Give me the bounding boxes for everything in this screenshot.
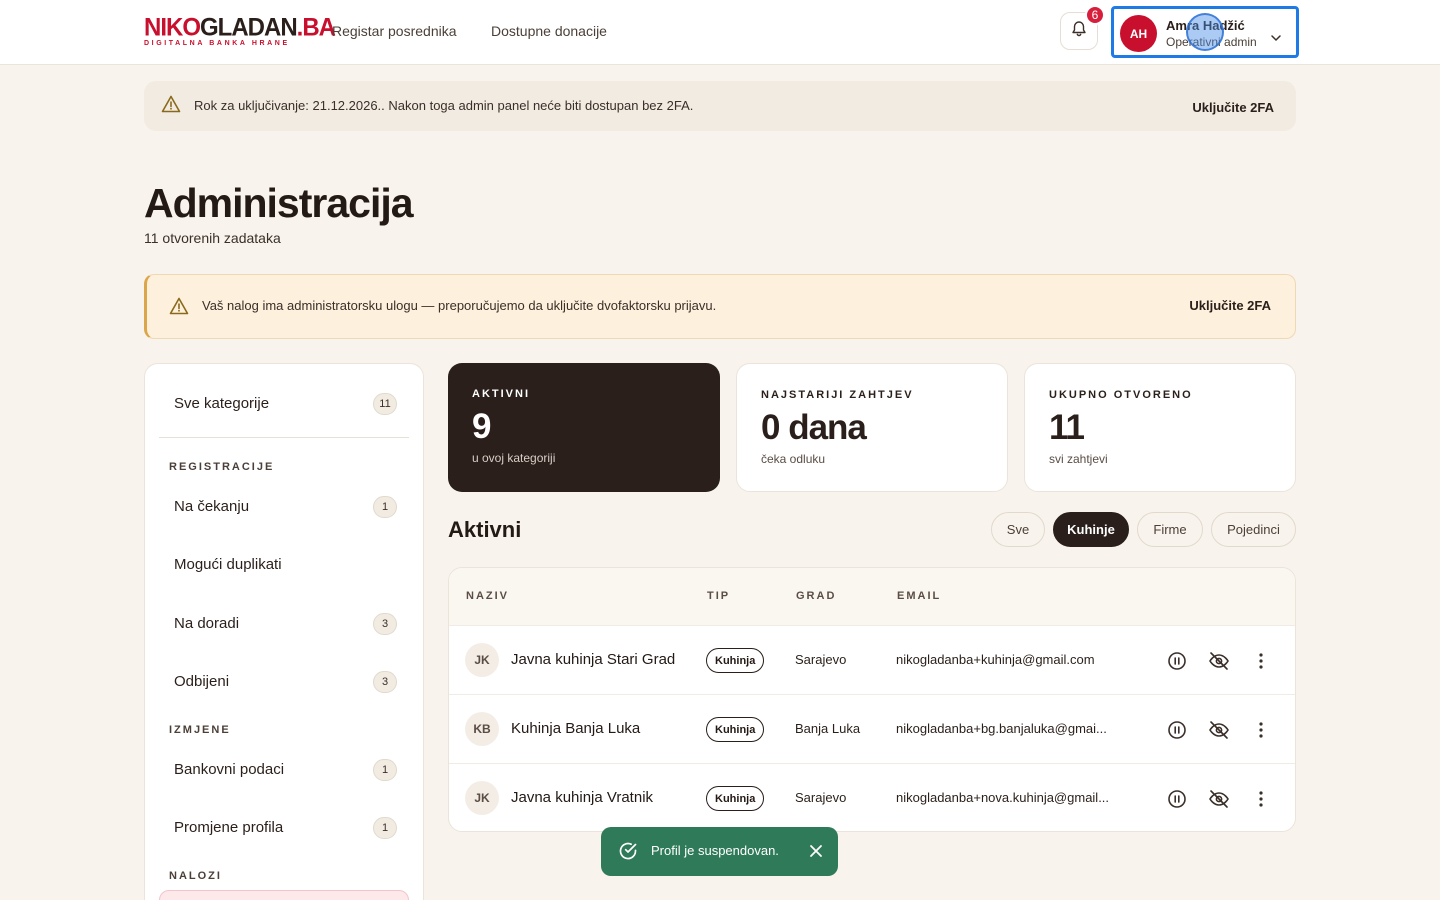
stat-card-active: AKTIVNI 9 u ovoj kategoriji	[448, 363, 720, 492]
column-header-tip: TIP	[707, 590, 731, 602]
avatar: AH	[1120, 15, 1157, 52]
stat-card-total-open: UKUPNO OTVORENO 11 svi zahtjevi	[1024, 363, 1296, 492]
sidebar-item-promjene-profila[interactable]: Promjene profila 1	[159, 806, 409, 852]
row-email: nikogladanba+kuhinja@gmail.com	[896, 652, 1095, 667]
warning-icon	[161, 95, 181, 118]
row-city: Sarajevo	[795, 790, 847, 805]
requests-table: NAZIV TIP GRAD EMAIL JK Javna kuhinja St…	[448, 567, 1296, 832]
stat-value: 9	[472, 407, 491, 446]
sidebar-item-active[interactable]	[159, 890, 409, 900]
eye-off-icon[interactable]	[1208, 719, 1230, 741]
row-name: Javna kuhinja Stari Grad	[511, 651, 676, 668]
pause-icon[interactable]	[1166, 788, 1188, 810]
pause-icon[interactable]	[1166, 719, 1188, 741]
row-name: Javna kuhinja Vratnik	[511, 789, 654, 806]
column-header-naziv: NAZIV	[466, 590, 509, 602]
enable-2fa-button[interactable]: Uključite 2FA	[1192, 100, 1274, 115]
divider	[159, 437, 409, 438]
nav-link-dostupne-donacije[interactable]: Dostupne donacije	[491, 23, 607, 39]
twofa-deadline-banner: Rok za uključivanje: 21.12.2026.. Nakon …	[144, 81, 1296, 131]
filter-pill-pojedinci[interactable]: Pojedinci	[1211, 512, 1296, 547]
admin-2fa-recommendation-banner: Vaš nalog ima administratorsku ulogu — p…	[144, 274, 1296, 339]
toast-notification: Profil je suspendovan.	[601, 827, 838, 876]
type-tag: Kuhinja	[706, 648, 765, 673]
nav-link-registar-posrednika[interactable]: Registar posrednika	[332, 23, 457, 39]
warning-icon	[169, 297, 189, 320]
filter-pill-firme[interactable]: Firme	[1137, 512, 1203, 547]
filter-pill-sve[interactable]: Sve	[991, 512, 1045, 547]
sidebar-item-na-cekanju[interactable]: Na čekanju 1	[159, 485, 409, 531]
sidebar-item-na-doradi[interactable]: Na doradi 3	[159, 602, 409, 648]
stat-value: 0 dana	[761, 408, 867, 447]
count-badge: 1	[373, 817, 397, 839]
table-header: NAZIV TIP GRAD EMAIL	[449, 568, 1295, 625]
filter-pill-kuhinje[interactable]: Kuhinje	[1053, 512, 1129, 547]
banner-text: Rok za uključivanje: 21.12.2026.. Nakon …	[194, 98, 694, 113]
banner-text: Vaš nalog ima administratorsku ulogu — p…	[202, 298, 717, 313]
logo[interactable]: NIKOGLADAN.BA DIGITALNA BANKA HRANE	[144, 13, 336, 47]
close-icon[interactable]	[808, 843, 824, 864]
toast-message: Profil je suspendovan.	[651, 843, 779, 858]
count-badge: 11	[373, 393, 397, 415]
stat-card-oldest-request: NAJSTARIJI ZAHTJEV 0 dana čeka odluku	[736, 363, 1008, 492]
row-city: Sarajevo	[795, 652, 847, 667]
more-vertical-icon[interactable]	[1250, 719, 1272, 741]
row-email: nikogladanba+nova.kuhinja@gmail...	[896, 790, 1110, 805]
stat-label: UKUPNO OTVORENO	[1049, 389, 1193, 401]
stat-label: AKTIVNI	[472, 388, 530, 400]
count-badge: 3	[373, 671, 397, 693]
type-tag: Kuhinja	[706, 717, 765, 742]
sidebar-item-odbijeni[interactable]: Odbijeni 3	[159, 660, 409, 706]
count-badge: 1	[373, 759, 397, 781]
logo-wordmark: NIKOGLADAN.BA	[144, 13, 336, 42]
more-vertical-icon[interactable]	[1250, 650, 1272, 672]
category-sidebar: Sve kategorije 11 REGISTRACIJE Na čekanj…	[144, 363, 424, 900]
notifications-badge: 6	[1085, 5, 1105, 25]
pause-icon[interactable]	[1166, 650, 1188, 672]
row-initials: JK	[465, 643, 499, 677]
row-name: Kuhinja Banja Luka	[511, 720, 641, 737]
table-row[interactable]: JK Javna kuhinja Vratnik Kuhinja Sarajev…	[449, 763, 1295, 831]
page-subtitle: 11 otvorenih zadataka	[144, 230, 281, 246]
eye-off-icon[interactable]	[1208, 788, 1230, 810]
sidebar-section-heading: REGISTRACIJE	[169, 461, 275, 473]
table-row[interactable]: JK Javna kuhinja Stari Grad Kuhinja Sara…	[449, 625, 1295, 694]
column-header-email: EMAIL	[897, 590, 942, 602]
chevron-down-icon	[1270, 29, 1282, 47]
top-navigation-bar: NIKOGLADAN.BA DIGITALNA BANKA HRANE Regi…	[0, 0, 1440, 65]
sidebar-item-moguci-duplikati[interactable]: Mogući duplikati	[159, 543, 409, 589]
cursor-indicator	[1186, 13, 1224, 51]
row-city: Banja Luka	[795, 721, 861, 736]
section-title: Aktivni	[448, 517, 522, 542]
type-tag: Kuhinja	[706, 786, 765, 811]
eye-off-icon[interactable]	[1208, 650, 1230, 672]
row-email: nikogladanba+bg.banjaluka@gmai...	[896, 721, 1107, 736]
count-badge: 3	[373, 613, 397, 635]
sidebar-item-all-categories[interactable]: Sve kategorije 11	[159, 382, 409, 428]
row-initials: KB	[465, 712, 499, 746]
sidebar-section-heading: NALOZI	[169, 870, 222, 882]
column-header-grad: GRAD	[796, 590, 837, 602]
stat-value: 11	[1049, 408, 1085, 447]
page-title: Administracija	[144, 180, 414, 226]
table-row[interactable]: KB Kuhinja Banja Luka Kuhinja Banja Luka…	[449, 694, 1295, 763]
enable-2fa-button[interactable]: Uključite 2FA	[1189, 298, 1271, 313]
count-badge: 1	[373, 496, 397, 518]
bell-icon	[1071, 20, 1087, 42]
more-vertical-icon[interactable]	[1250, 788, 1272, 810]
sidebar-section-heading: IZMJENE	[169, 724, 231, 736]
stat-note: čeka odluku	[761, 452, 826, 466]
sidebar-item-bankovni-podaci[interactable]: Bankovni podaci 1	[159, 748, 409, 794]
stat-label: NAJSTARIJI ZAHTJEV	[761, 389, 914, 401]
stat-note: u ovoj kategoriji	[472, 451, 556, 465]
notifications-button[interactable]: 6	[1060, 5, 1105, 50]
row-initials: JK	[465, 781, 499, 815]
stat-note: svi zahtjevi	[1049, 452, 1108, 466]
check-circle-icon	[618, 841, 638, 866]
